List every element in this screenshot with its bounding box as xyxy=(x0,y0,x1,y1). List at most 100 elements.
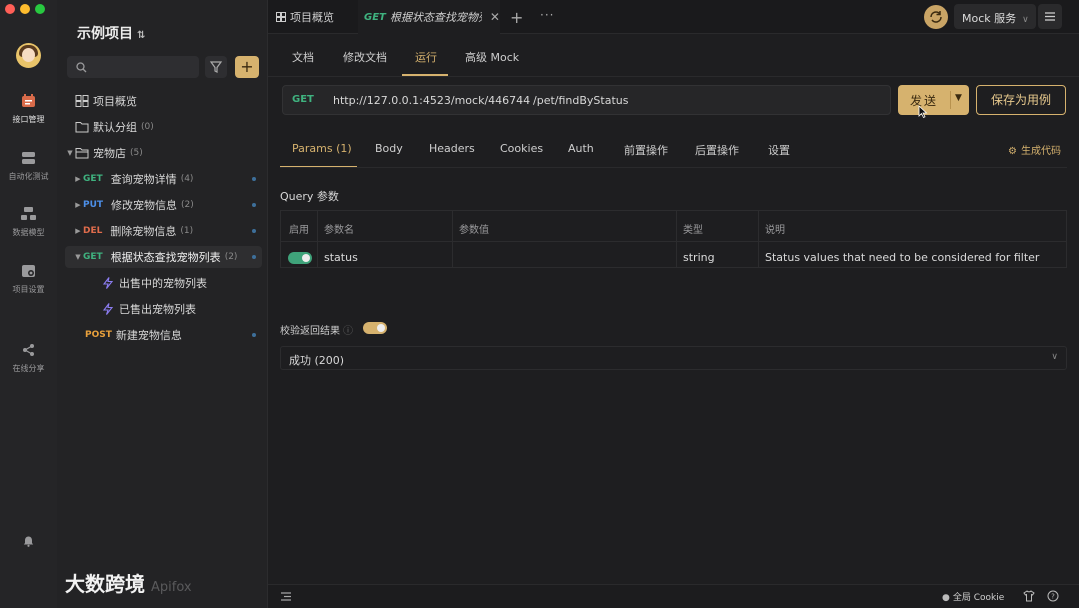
filter-button[interactable] xyxy=(205,56,227,78)
avatar[interactable] xyxy=(16,43,41,68)
project-settings-icon xyxy=(22,265,35,277)
tree-folder-default[interactable]: 默认分组 (0) xyxy=(65,116,262,138)
tree-item-count: (1) xyxy=(180,226,194,236)
chevron-down-icon[interactable]: ▼ xyxy=(955,93,962,103)
rail-item-data-model[interactable]: 数据模型 xyxy=(0,207,57,238)
add-api-button[interactable]: + xyxy=(235,56,259,78)
subtab-run[interactable]: 运行 xyxy=(415,49,437,65)
menu-button[interactable] xyxy=(1038,4,1062,29)
global-cookie-label: 全局 Cookie xyxy=(952,593,1005,603)
caret-right-icon[interactable]: ▶ xyxy=(73,201,83,209)
tree-search[interactable] xyxy=(67,56,199,78)
new-tab-button[interactable]: + xyxy=(510,8,523,27)
result-value: 成功 (200) xyxy=(289,354,345,367)
collapse-sidebar-icon[interactable] xyxy=(280,591,292,602)
tree-api-item[interactable]: ▶ GET 查询宠物详情 (4) xyxy=(65,168,262,190)
filter-icon xyxy=(209,61,223,73)
tree-item-label: 出售中的宠物列表 xyxy=(119,277,207,290)
grid-icon xyxy=(276,12,286,22)
status-dot xyxy=(252,177,256,181)
help-circle-icon[interactable]: ? xyxy=(1047,590,1059,602)
bell-icon[interactable] xyxy=(23,536,34,547)
environment-select[interactable]: Mock 服务 ∨ xyxy=(954,4,1036,29)
tree-item-label: 修改宠物信息 xyxy=(111,199,178,212)
tab-headers[interactable]: Headers xyxy=(429,142,475,155)
rail-item-share[interactable]: 在线分享 xyxy=(0,343,57,374)
project-switcher[interactable]: 示例项目 ⇅ xyxy=(77,23,145,43)
tree-api-item[interactable]: ▶ PUT 修改宠物信息 (2) xyxy=(65,194,262,216)
request-method[interactable]: GET xyxy=(292,94,314,105)
request-url-bar[interactable]: GET http://127.0.0.1:4523/mock/446744 /p… xyxy=(282,85,891,115)
search-icon xyxy=(76,62,87,73)
tree-folder-petstore[interactable]: ▼ 宠物店 (5) xyxy=(65,142,262,164)
tab-post-operations[interactable]: 后置操作 xyxy=(695,142,739,158)
help-icon[interactable]: ⓘ xyxy=(343,326,353,337)
rail-item-automation[interactable]: 自动化测试 xyxy=(0,151,57,182)
tree-item-count: (2) xyxy=(224,252,238,262)
tab-settings[interactable]: 设置 xyxy=(768,142,790,158)
save-as-case-button[interactable]: 保存为用例 xyxy=(976,85,1066,115)
column-header: 参数值 xyxy=(459,225,489,236)
rail-item-api[interactable]: 接口管理 xyxy=(0,94,57,125)
document-tabs-bar: 项目概览 GET 根据状态查找宠物列 ✕ + ··· Mock 服务 ∨ xyxy=(268,0,1079,34)
watermark: 大数跨境 Apifox xyxy=(65,568,192,597)
divider xyxy=(268,76,1079,77)
search-input[interactable] xyxy=(91,58,191,76)
verify-response-row: 校验返回结果 ⓘ xyxy=(280,322,353,337)
tab-cookies[interactable]: Cookies xyxy=(500,142,543,155)
grid-icon xyxy=(75,95,89,107)
caret-down-icon[interactable]: ▼ xyxy=(65,149,75,157)
minimize-window-button[interactable] xyxy=(20,4,30,14)
status-dot xyxy=(252,333,256,337)
verify-label: 校验返回结果 xyxy=(280,326,340,337)
tab-pre-operations[interactable]: 前置操作 xyxy=(624,142,668,158)
method-badge: PUT xyxy=(83,200,104,210)
tree-item-label: 新建宠物信息 xyxy=(115,329,182,342)
tab-auth[interactable]: Auth xyxy=(568,142,594,155)
brand-text: Apifox xyxy=(151,580,192,595)
zoom-window-button[interactable] xyxy=(35,4,45,14)
tree-item-overview[interactable]: 项目概览 xyxy=(65,90,262,112)
generate-code-button[interactable]: ⚙ 生成代码 xyxy=(1008,142,1061,157)
global-cookie-button[interactable]: ● 全局 Cookie xyxy=(942,590,1004,603)
sync-button[interactable] xyxy=(924,5,948,29)
tree-api-item[interactable]: ▶ DEL 删除宠物信息 (1) xyxy=(65,220,262,242)
tree-api-item[interactable]: POST 新建宠物信息 xyxy=(65,324,262,346)
tree-item-count: (4) xyxy=(180,174,194,184)
verify-toggle[interactable] xyxy=(363,322,387,334)
subtab-edit-docs[interactable]: 修改文档 xyxy=(343,49,387,65)
close-window-button[interactable] xyxy=(5,4,15,14)
rail-item-project-settings[interactable]: 项目设置 xyxy=(0,264,57,295)
tab-project-overview[interactable]: 项目概览 xyxy=(268,0,358,34)
shirt-icon[interactable] xyxy=(1023,590,1035,602)
tree-api-item-selected[interactable]: ▼ GET 根据状态查找宠物列表 (2) xyxy=(65,246,262,268)
chevron-down-icon: ∨ xyxy=(1051,352,1058,362)
param-enabled-toggle[interactable] xyxy=(288,252,312,264)
data-model-icon xyxy=(21,207,36,220)
query-params-table: 启用 参数名 参数值 类型 说明 status string Status va… xyxy=(280,210,1067,268)
api-tree-panel: 示例项目 ⇅ + 项目概览 默认分组 (0) ▼ 宠物店 (5) ▶ GET 查询… xyxy=(57,0,268,608)
param-description[interactable]: Status values that need to be considered… xyxy=(765,251,1039,264)
subtab-advanced-mock[interactable]: 高级 Mock xyxy=(465,49,519,65)
tab-active-api[interactable]: GET 根据状态查找宠物列 ✕ xyxy=(358,0,500,34)
close-tab-icon[interactable]: ✕ xyxy=(490,10,500,24)
status-bar: ● 全局 Cookie ? xyxy=(268,584,1079,608)
tree-case-item[interactable]: 已售出宠物列表 xyxy=(65,298,262,320)
sort-updown-icon: ⇅ xyxy=(137,30,146,41)
more-tabs-button[interactable]: ··· xyxy=(540,8,554,22)
subtab-docs[interactable]: 文档 xyxy=(292,49,314,65)
rail-label: 项目设置 xyxy=(12,285,45,294)
send-button[interactable]: 发送 ▼ xyxy=(898,85,969,115)
tree-case-item[interactable]: 出售中的宠物列表 xyxy=(65,272,262,294)
request-path[interactable]: /pet/findByStatus xyxy=(533,94,628,107)
caret-right-icon[interactable]: ▶ xyxy=(73,227,83,235)
tab-params[interactable]: Params (1) xyxy=(292,142,352,155)
response-result-select[interactable]: 成功 (200) ∨ xyxy=(280,346,1067,370)
param-type[interactable]: string xyxy=(683,251,715,264)
tab-method: GET xyxy=(364,11,386,23)
caret-right-icon[interactable]: ▶ xyxy=(73,175,83,183)
tab-body[interactable]: Body xyxy=(375,142,403,155)
caret-down-icon[interactable]: ▼ xyxy=(73,253,83,261)
chevron-down-icon: ∨ xyxy=(1022,15,1029,25)
param-name[interactable]: status xyxy=(324,251,358,264)
